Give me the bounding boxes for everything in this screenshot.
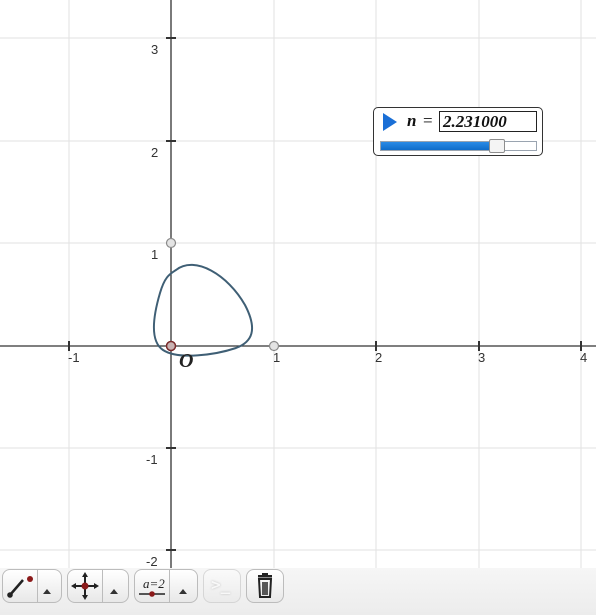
segment-point-icon: [7, 576, 33, 598]
parameter-slider-track[interactable]: [380, 139, 537, 153]
parameter-tool-group: a=2: [134, 569, 198, 603]
segment-tool-group: [2, 569, 62, 603]
parameter-tool-label: a=2: [143, 576, 165, 591]
x-tick-label: 4: [580, 350, 587, 365]
x-tick-label: -1: [68, 350, 80, 365]
caret-up-icon: [179, 589, 187, 594]
origin-label: O: [179, 350, 193, 372]
y-tick-label: -1: [146, 452, 158, 467]
grid-lines: [0, 0, 596, 570]
segment-tool-menu-button[interactable]: [33, 570, 61, 602]
move-tool-button[interactable]: [68, 570, 103, 602]
x-tick-label: 3: [478, 350, 485, 365]
graph-canvas[interactable]: -1 1 2 3 4 3 2 1 -1 -2 O: [0, 0, 596, 570]
crosshair-move-icon: [71, 572, 99, 600]
parameter-slider-handle[interactable]: [489, 139, 506, 153]
caret-up-icon: [110, 589, 118, 594]
toolbar: a=2 >_: [0, 568, 596, 615]
y-tick-label: -2: [146, 554, 158, 569]
equals-sign: =: [423, 111, 433, 130]
parameter-value-input[interactable]: 2.231000: [439, 111, 537, 132]
parameter-icon: a=2: [139, 576, 165, 597]
calculator-prompt-icon: >_: [211, 575, 231, 594]
delete-button[interactable]: [246, 569, 284, 603]
play-icon[interactable]: [383, 113, 397, 131]
calculator-button[interactable]: >_: [203, 569, 241, 603]
origin-point[interactable]: [165, 340, 177, 352]
move-tool-menu-button[interactable]: [100, 570, 128, 602]
y-tick-label: 3: [151, 42, 158, 57]
parameter-tool-menu-button[interactable]: [169, 570, 197, 602]
parameter-slider-panel: n = 2.231000: [373, 107, 543, 156]
x-tick-label: 1: [273, 350, 280, 365]
parameter-name: n: [407, 111, 417, 130]
move-tool-group: [67, 569, 129, 603]
y-tick-label: 1: [151, 247, 158, 262]
parameter-slider-fill: [381, 142, 498, 150]
unit-point-y[interactable]: [165, 237, 177, 249]
parameter-tool-button[interactable]: a=2: [135, 570, 170, 602]
x-tick-label: 2: [375, 350, 382, 365]
y-tick-label: 2: [151, 145, 158, 160]
caret-up-icon: [43, 589, 51, 594]
trash-icon: [257, 573, 273, 598]
unit-point-x[interactable]: [268, 340, 280, 352]
